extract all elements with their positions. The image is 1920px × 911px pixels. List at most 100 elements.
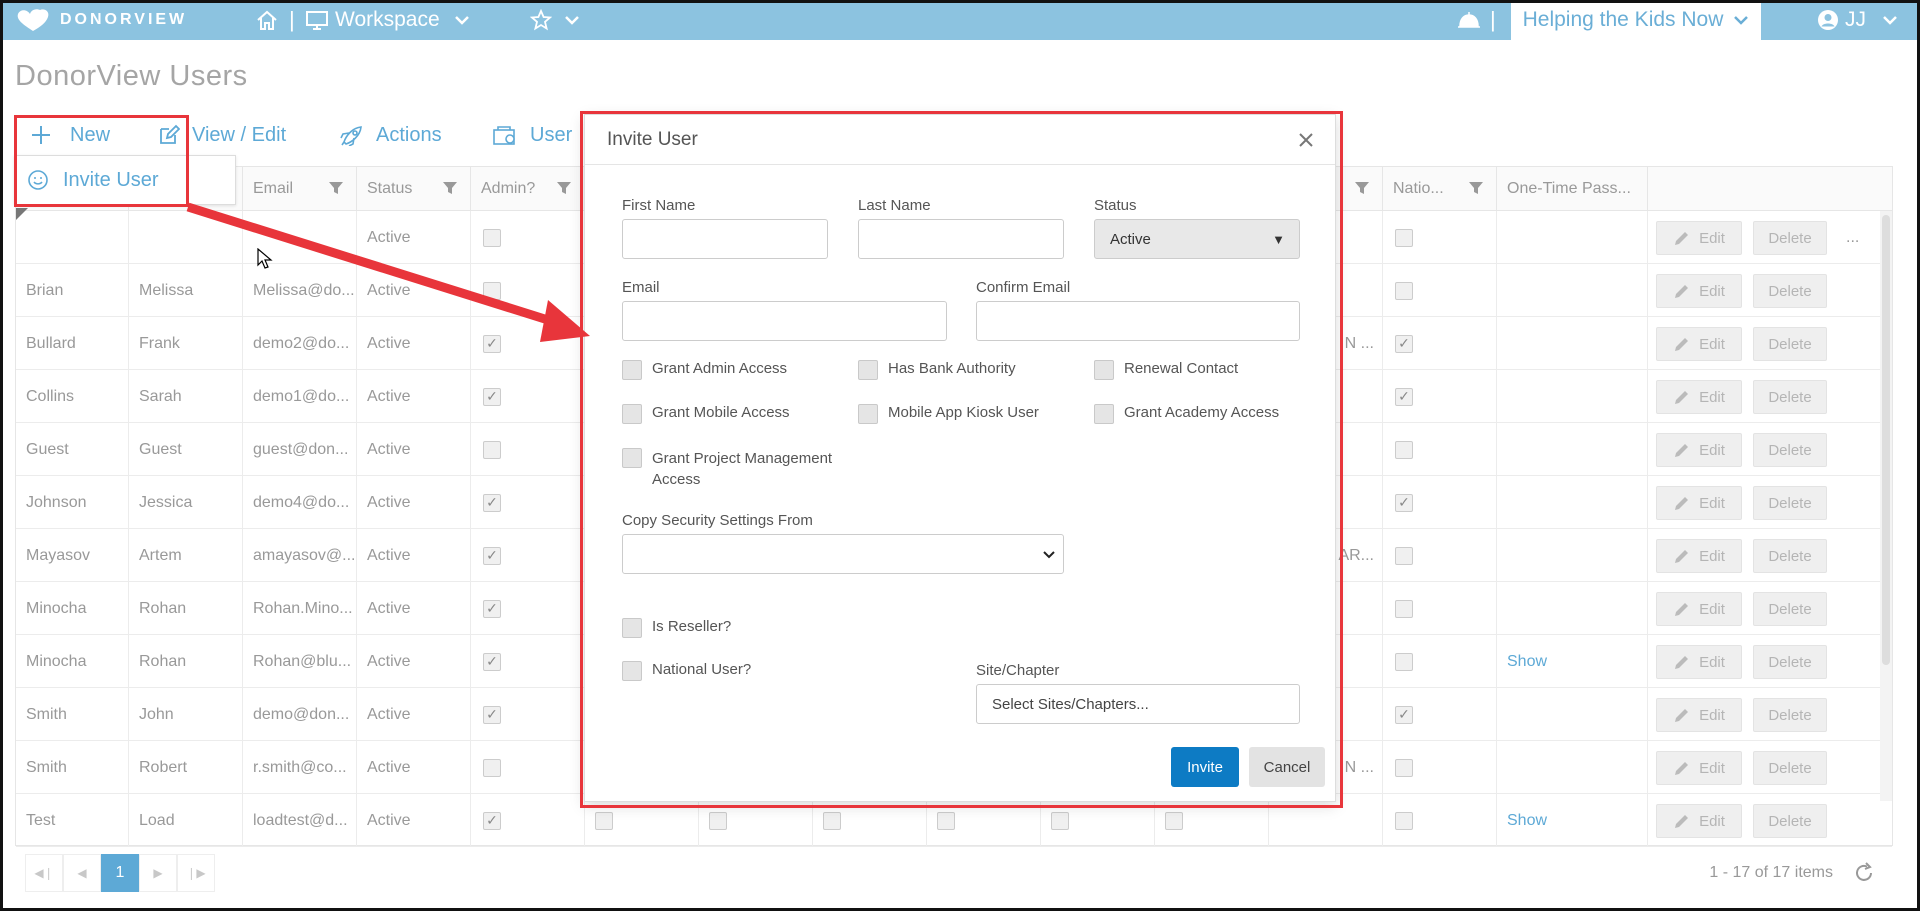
delete-button[interactable]: Delete	[1753, 539, 1827, 573]
cancel-button[interactable]: Cancel	[1249, 747, 1325, 787]
edit-button[interactable]: Edit	[1656, 804, 1742, 838]
edit-button[interactable]: Edit	[1656, 327, 1742, 361]
edit-button[interactable]: Edit	[1656, 433, 1742, 467]
filter-icon[interactable]	[1468, 180, 1484, 196]
invite-user-dialog: Invite User First Name Last Name Status …	[584, 114, 1336, 802]
delete-button[interactable]: Delete	[1753, 645, 1827, 679]
checkbox-box[interactable]	[1094, 360, 1114, 380]
first-page-button[interactable]: ◀❘	[25, 854, 63, 892]
copy-security-select[interactable]	[622, 534, 1064, 574]
grant-academy-checkbox[interactable]: Grant Academy Access	[1094, 404, 1279, 424]
filter-icon[interactable]	[556, 180, 572, 196]
grant-mobile-checkbox[interactable]: Grant Mobile Access	[622, 404, 790, 424]
checkbox-box[interactable]	[858, 404, 878, 424]
show-otp-link[interactable]: Show	[1497, 635, 1648, 688]
show-otp-link	[1497, 582, 1648, 635]
user-menu[interactable]: JJ	[1817, 0, 1898, 40]
email-input[interactable]	[622, 301, 947, 341]
checkbox-box[interactable]	[622, 404, 642, 424]
cell-national	[1383, 211, 1497, 264]
close-button[interactable]	[1297, 125, 1315, 156]
status-select[interactable]: Active ▼	[1094, 219, 1300, 259]
kiosk-user-checkbox[interactable]: Mobile App Kiosk User	[858, 404, 1039, 424]
checkbox-box[interactable]	[1094, 404, 1114, 424]
scrollbar-thumb[interactable]	[1882, 215, 1890, 665]
refresh-button[interactable]	[1849, 858, 1879, 888]
workspace-menu[interactable]: Workspace	[305, 0, 470, 40]
chevron-down-icon	[1883, 16, 1897, 25]
delete-button[interactable]: Delete	[1753, 221, 1827, 255]
notifications-button[interactable]	[1457, 0, 1481, 40]
cell-admin: ✓	[471, 794, 585, 847]
next-page-button[interactable]: ▶	[139, 854, 177, 892]
filter-icon[interactable]	[1354, 180, 1370, 196]
home-button[interactable]	[255, 0, 279, 40]
filter-icon[interactable]	[328, 180, 344, 196]
national-user-checkbox[interactable]: National User?	[622, 661, 751, 681]
admin-checkbox: ✓	[483, 334, 501, 353]
favorites-menu[interactable]	[530, 0, 580, 40]
grant-admin-checkbox[interactable]: Grant Admin Access	[622, 360, 787, 380]
delete-button[interactable]: Delete	[1753, 486, 1827, 520]
user-button[interactable]: User	[492, 120, 572, 150]
checkbox-box[interactable]	[858, 360, 878, 380]
filter-icon[interactable]	[442, 180, 458, 196]
delete-button[interactable]: Delete	[1753, 380, 1827, 414]
column-header-email[interactable]: Email	[243, 167, 357, 211]
current-page-button[interactable]: 1	[101, 854, 139, 892]
admin-checkbox: ✓	[483, 705, 501, 724]
chevron-down-icon	[454, 16, 469, 25]
cell-status: Active	[357, 317, 471, 370]
checkbox-box[interactable]	[622, 618, 642, 638]
site-chapter-select[interactable]: Select Sites/Chapters...	[976, 684, 1300, 724]
grid-scrollbar[interactable]	[1880, 211, 1892, 801]
confirm-email-input[interactable]	[976, 301, 1300, 341]
invite-button[interactable]: Invite	[1171, 747, 1239, 787]
show-otp-link[interactable]: Show	[1497, 794, 1648, 847]
column-header-one-time-password[interactable]: One-Time Pass...	[1497, 167, 1648, 211]
close-icon	[1299, 133, 1313, 147]
bank-authority-checkbox[interactable]: Has Bank Authority	[858, 360, 1016, 380]
column-header-admin[interactable]: Admin?	[471, 167, 585, 211]
grant-project-management-checkbox[interactable]: Grant Project Management Access	[622, 448, 832, 490]
column-header-status[interactable]: Status	[357, 167, 471, 211]
is-reseller-checkbox[interactable]: Is Reseller?	[622, 618, 731, 638]
edit-button[interactable]: Edit	[1656, 698, 1742, 732]
more-indicator	[1836, 423, 1866, 476]
last-page-button[interactable]: ❘▶	[177, 854, 215, 892]
edit-button[interactable]: Edit	[1656, 380, 1742, 414]
edit-button[interactable]: Edit	[1656, 274, 1742, 308]
delete-button[interactable]: Delete	[1753, 327, 1827, 361]
edit-button[interactable]: Edit	[1656, 592, 1742, 626]
renewal-contact-checkbox[interactable]: Renewal Contact	[1094, 360, 1238, 380]
checkbox-box[interactable]	[622, 661, 642, 681]
column-header-national[interactable]: Natio...	[1383, 167, 1497, 211]
cell-national: ✓	[1383, 317, 1497, 370]
first-name-input[interactable]	[622, 219, 828, 259]
more-indicator	[1836, 582, 1866, 635]
edit-button[interactable]: Edit	[1656, 539, 1742, 573]
donorview-logo[interactable]: DONORVIEW	[14, 6, 187, 34]
delete-button[interactable]: Delete	[1753, 592, 1827, 626]
delete-button[interactable]: Delete	[1753, 433, 1827, 467]
delete-button[interactable]: Delete	[1753, 751, 1827, 785]
edit-button[interactable]: Edit	[1656, 645, 1742, 679]
checkbox-box[interactable]	[622, 448, 642, 468]
checkbox-label: Grant Mobile Access	[652, 404, 790, 421]
last-name-input[interactable]	[858, 219, 1064, 259]
rocket-icon	[340, 126, 362, 146]
previous-page-button[interactable]: ◀	[63, 854, 101, 892]
edit-button[interactable]: Edit	[1656, 751, 1742, 785]
edit-button[interactable]: Edit	[1656, 486, 1742, 520]
delete-button[interactable]: Delete	[1753, 274, 1827, 308]
edit-button[interactable]: Edit	[1656, 221, 1742, 255]
actions-button[interactable]: Actions	[340, 120, 442, 150]
top-navigation-bar: DONORVIEW | Workspace | Helping the Kids…	[0, 0, 1920, 40]
cell-email: demo2@do...	[243, 317, 357, 370]
checkbox-box[interactable]	[622, 360, 642, 380]
user-label: User	[530, 123, 573, 146]
show-otp-link	[1497, 370, 1648, 423]
organization-selector[interactable]: Helping the Kids Now	[1511, 0, 1761, 40]
delete-button[interactable]: Delete	[1753, 804, 1827, 838]
delete-button[interactable]: Delete	[1753, 698, 1827, 732]
